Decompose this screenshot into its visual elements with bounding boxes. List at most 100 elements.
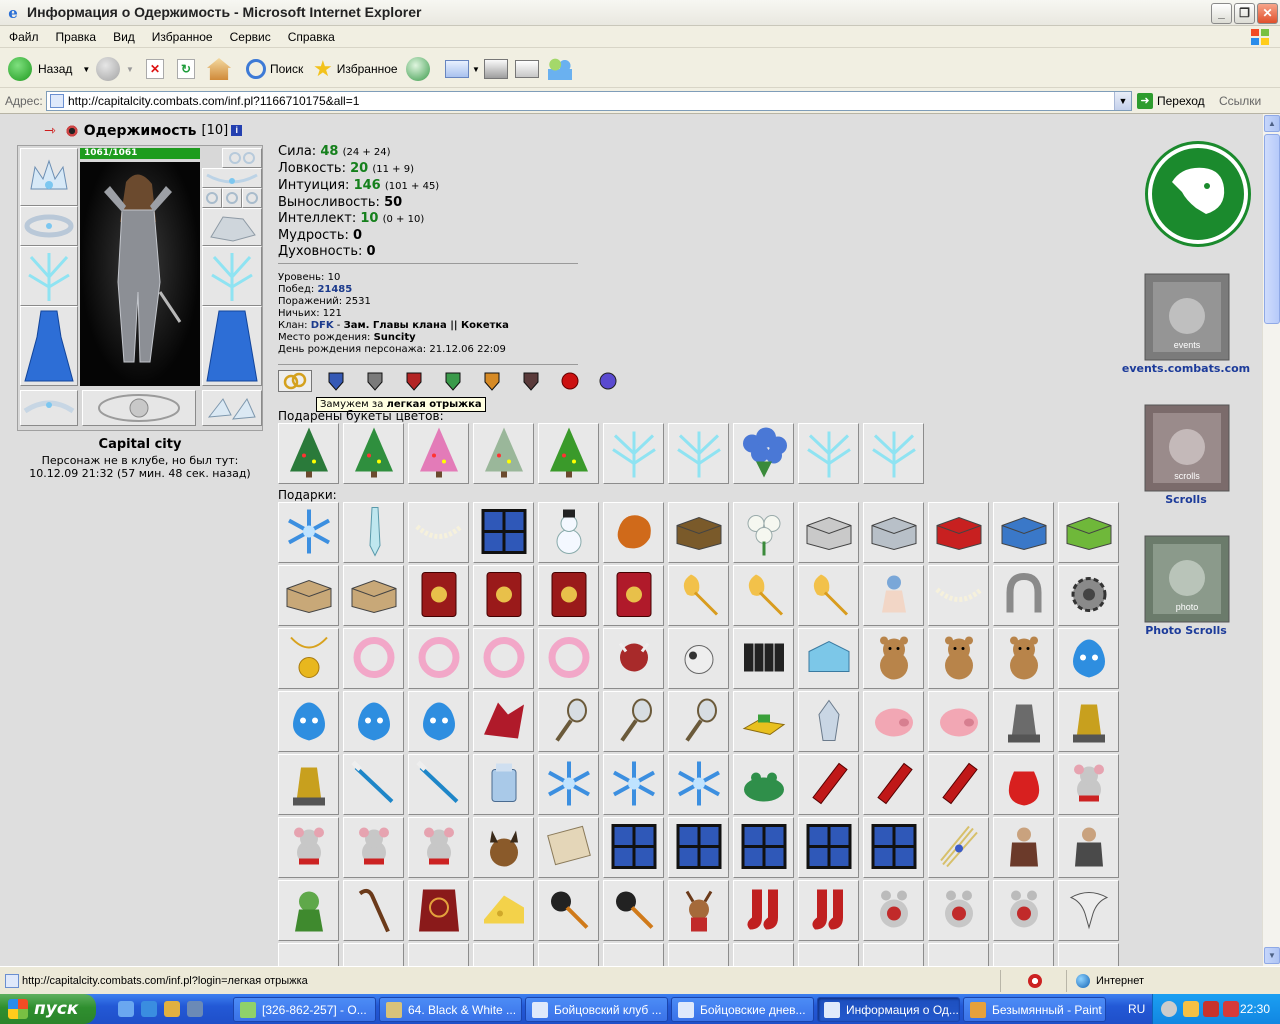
slot-ring-3[interactable]: [242, 188, 262, 208]
privacy-icon[interactable]: [1028, 974, 1042, 988]
slot-gloves[interactable]: [202, 208, 262, 246]
gift-cell[interactable]: [1058, 817, 1119, 878]
home-button[interactable]: [207, 56, 231, 82]
gift-cell[interactable]: [928, 880, 989, 941]
gift-cell[interactable]: [408, 943, 469, 966]
badge-dark-shield[interactable]: [520, 370, 542, 392]
gift-cell[interactable]: [928, 691, 989, 752]
flower-cell[interactable]: [798, 423, 859, 484]
task-paint[interactable]: Безымянный - Paint: [963, 997, 1106, 1022]
gift-cell[interactable]: [798, 943, 859, 966]
gift-cell[interactable]: [1058, 628, 1119, 689]
gift-cell[interactable]: [668, 880, 729, 941]
slot-necklace[interactable]: [202, 168, 262, 188]
gift-cell[interactable]: [538, 817, 599, 878]
gift-cell[interactable]: [798, 502, 859, 563]
address-input[interactable]: http://capitalcity.combats.com/inf.pl?11…: [46, 91, 1132, 111]
slot-boots[interactable]: [202, 390, 262, 426]
gift-cell[interactable]: [278, 502, 339, 563]
gift-cell[interactable]: [343, 565, 404, 626]
slot-armor[interactable]: [20, 306, 78, 386]
gift-cell[interactable]: [278, 628, 339, 689]
gift-cell[interactable]: [863, 880, 924, 941]
gift-cell[interactable]: [668, 817, 729, 878]
scroll-down-icon[interactable]: ▼: [1264, 947, 1280, 964]
flower-cell[interactable]: [278, 423, 339, 484]
badge-red-shield[interactable]: [403, 370, 425, 392]
photo-scrolls-link[interactable]: Photo Scrolls: [1116, 624, 1256, 637]
gift-cell[interactable]: [278, 880, 339, 941]
task-fightclub[interactable]: Бойцовский клуб ...: [525, 997, 668, 1022]
gift-cell[interactable]: [603, 628, 664, 689]
forward-dropdown-icon[interactable]: ▼: [126, 65, 134, 74]
slot-weapon-left[interactable]: [20, 246, 78, 306]
scroll-thumb[interactable]: [1264, 134, 1280, 324]
gift-cell[interactable]: [798, 754, 859, 815]
gift-cell[interactable]: [863, 565, 924, 626]
badge-red-medal[interactable]: [559, 370, 581, 392]
flower-cell[interactable]: [668, 423, 729, 484]
gift-cell[interactable]: [473, 880, 534, 941]
gift-cell[interactable]: [408, 628, 469, 689]
show-desktop-icon[interactable]: [118, 1001, 134, 1017]
task-blackwhite[interactable]: 64. Black & White ...: [379, 997, 522, 1022]
history-button[interactable]: [406, 56, 430, 82]
gift-cell[interactable]: [473, 754, 534, 815]
gift-cell[interactable]: [603, 817, 664, 878]
print-button[interactable]: [484, 56, 508, 82]
gift-cell[interactable]: [473, 565, 534, 626]
scrolls-banner[interactable]: scrolls: [1137, 399, 1237, 497]
gift-cell[interactable]: [473, 817, 534, 878]
character-portrait[interactable]: [80, 162, 200, 386]
badge-blue-shield[interactable]: [325, 370, 347, 392]
gift-cell[interactable]: [603, 880, 664, 941]
gift-cell[interactable]: [603, 565, 664, 626]
events-banner[interactable]: events: [1137, 268, 1237, 366]
gift-cell[interactable]: [668, 691, 729, 752]
gift-cell[interactable]: [993, 565, 1054, 626]
clan-logo[interactable]: [1148, 144, 1248, 244]
ie-quicklaunch-icon[interactable]: [141, 1001, 157, 1017]
task-info-active[interactable]: Информация о Од...: [817, 997, 960, 1022]
gift-cell[interactable]: [668, 754, 729, 815]
gift-cell[interactable]: [343, 754, 404, 815]
minimize-button[interactable]: _: [1211, 3, 1232, 24]
gift-cell[interactable]: [408, 880, 469, 941]
slot-weapon-right[interactable]: [202, 246, 262, 306]
gift-cell[interactable]: [538, 691, 599, 752]
stop-button[interactable]: ✕: [146, 56, 164, 82]
gift-cell[interactable]: [733, 691, 794, 752]
gift-cell[interactable]: [1058, 502, 1119, 563]
go-button[interactable]: ➜ Переход: [1137, 93, 1205, 109]
vertical-scrollbar[interactable]: ▲ ▼: [1262, 114, 1280, 966]
gift-cell[interactable]: [473, 943, 534, 966]
gift-cell[interactable]: [278, 691, 339, 752]
gift-cell[interactable]: [538, 502, 599, 563]
gift-cell[interactable]: [668, 565, 729, 626]
gift-cell[interactable]: [733, 628, 794, 689]
flower-cell[interactable]: [538, 423, 599, 484]
gift-cell[interactable]: [473, 502, 534, 563]
gift-cell[interactable]: [538, 754, 599, 815]
gift-cell[interactable]: [1058, 943, 1119, 966]
forward-button[interactable]: ▼: [96, 56, 134, 82]
info-icon[interactable]: i: [231, 125, 243, 136]
flower-cell[interactable]: [473, 423, 534, 484]
tray-antivirus-icon[interactable]: [1203, 1001, 1219, 1017]
gift-cell[interactable]: [278, 943, 339, 966]
gift-cell[interactable]: [343, 817, 404, 878]
gift-cell[interactable]: [278, 565, 339, 626]
photo-banner[interactable]: photo: [1137, 530, 1237, 628]
gift-cell[interactable]: [798, 565, 859, 626]
language-indicator[interactable]: RU: [1128, 1002, 1145, 1016]
flower-cell[interactable]: [603, 423, 664, 484]
edit-button[interactable]: [515, 56, 539, 82]
gift-cell[interactable]: [993, 691, 1054, 752]
flower-cell[interactable]: [343, 423, 404, 484]
menu-edit[interactable]: Правка: [47, 26, 105, 44]
menu-file[interactable]: Файл: [0, 26, 47, 44]
tray-arrow-icon[interactable]: [1161, 1001, 1177, 1017]
gift-cell[interactable]: [798, 628, 859, 689]
gift-cell[interactable]: [343, 943, 404, 966]
slot-belt[interactable]: [20, 390, 78, 426]
